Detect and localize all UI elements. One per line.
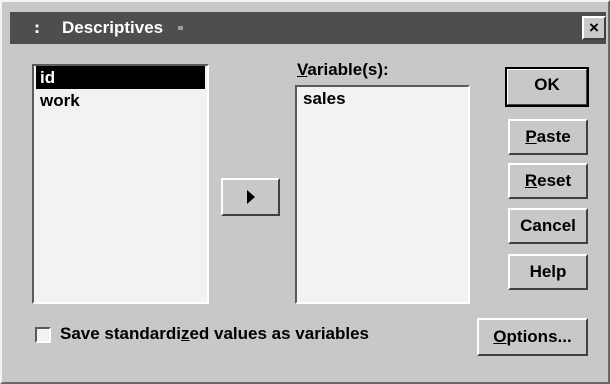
reset-button[interactable]: Reset — [508, 163, 588, 199]
source-variable-list[interactable]: id work — [32, 64, 209, 304]
selected-variables-list[interactable]: sales — [295, 85, 470, 304]
title-dot-icon — [178, 26, 183, 30]
save-standardized-checkbox[interactable] — [35, 327, 51, 343]
save-standardized-label[interactable]: Save standardized values as variables — [60, 324, 369, 344]
system-menu-icon[interactable]: : — [34, 18, 46, 38]
list-item-id[interactable]: id — [36, 66, 205, 89]
dialog-title: Descriptives — [62, 18, 164, 37]
ok-button[interactable]: OK — [505, 67, 589, 107]
cancel-button[interactable]: Cancel — [508, 208, 588, 244]
list-item-work[interactable]: work — [36, 89, 205, 112]
options-button[interactable]: Options... — [477, 318, 588, 356]
paste-button[interactable]: Paste — [508, 119, 588, 155]
list-item-sales[interactable]: sales — [299, 87, 466, 110]
transfer-arrow-button[interactable] — [221, 178, 280, 216]
descriptives-dialog: : Descriptives × id work Variable(s): sa… — [0, 0, 610, 384]
help-button[interactable]: Help — [508, 254, 588, 290]
close-icon: × — [589, 18, 599, 37]
right-triangle-arrow-icon — [247, 190, 255, 204]
title-bar[interactable]: : Descriptives × — [10, 12, 606, 44]
close-button[interactable]: × — [582, 16, 606, 40]
variables-label: Variable(s): — [297, 60, 389, 79]
